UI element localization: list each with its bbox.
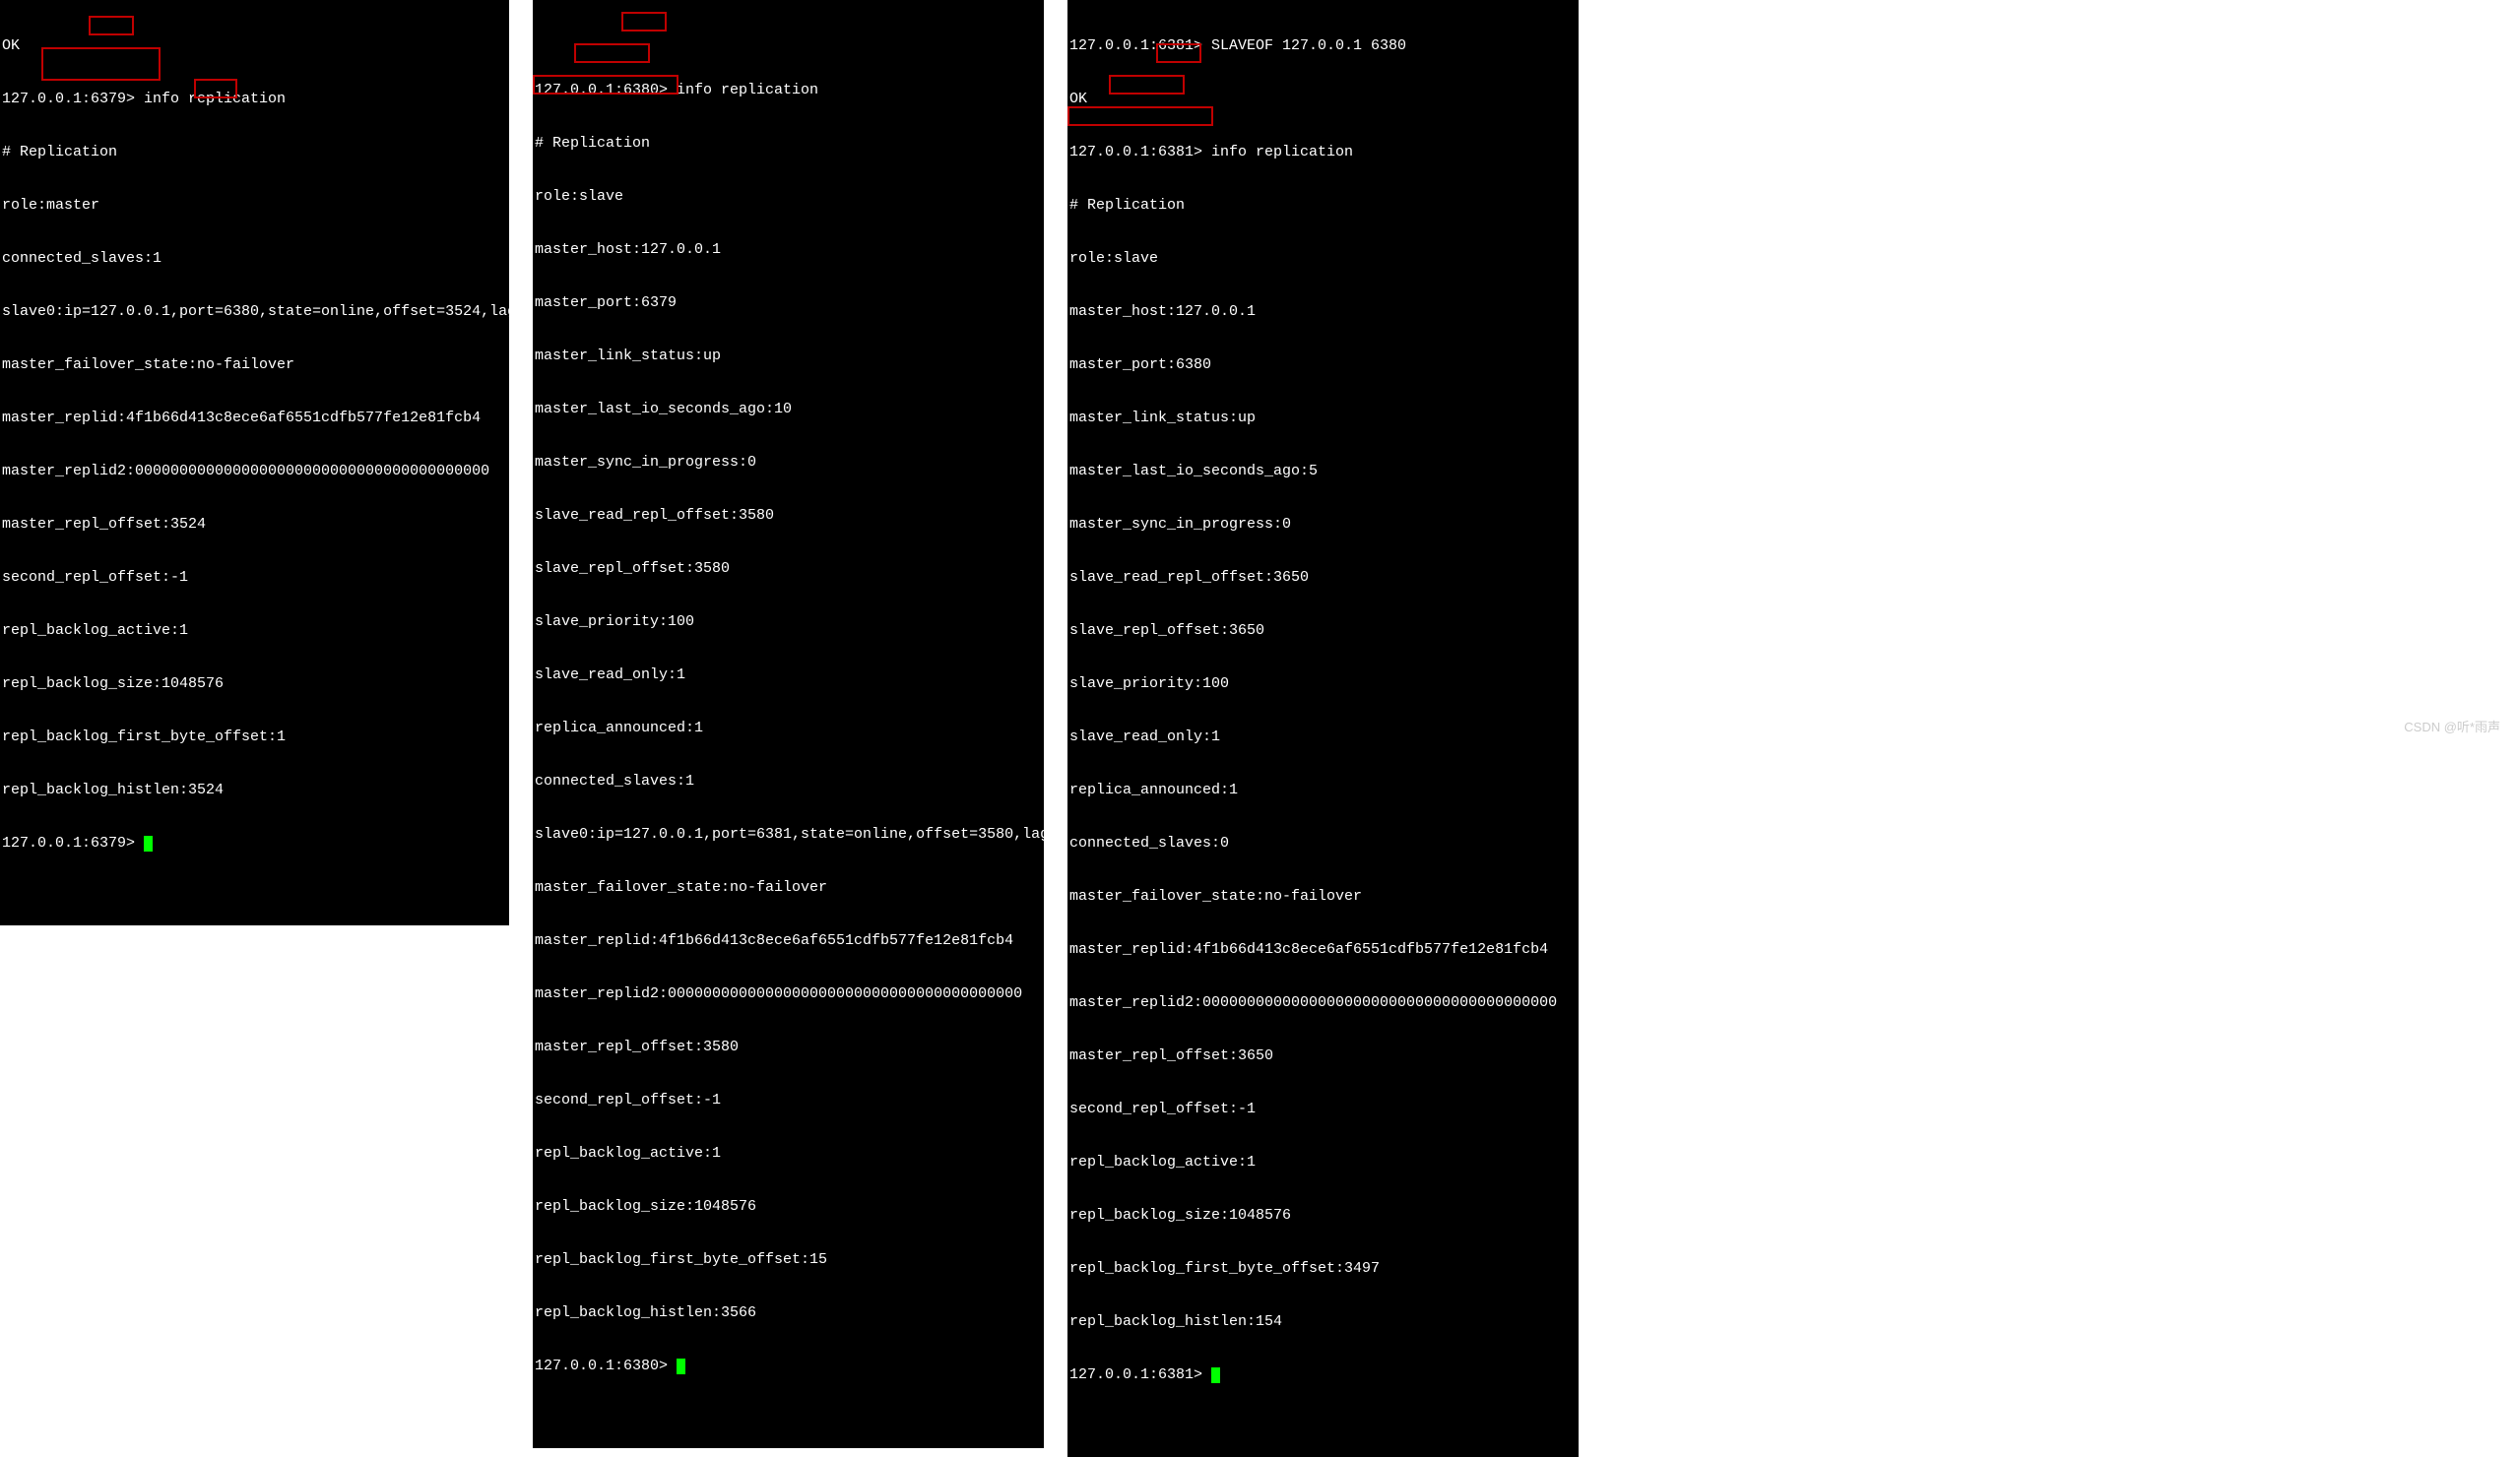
terminal-line: master_failover_state:no-failover: [533, 879, 1044, 897]
terminal-line: master_link_status:up: [1067, 410, 1579, 427]
terminal-line: role:slave: [1067, 250, 1579, 268]
terminal-line: replica_announced:1: [1067, 782, 1579, 799]
terminal-line: master_sync_in_progress:0: [533, 454, 1044, 472]
terminal-prompt-line[interactable]: 127.0.0.1:6380>: [533, 1358, 1044, 1375]
terminal-line: master_replid2:0000000000000000000000000…: [0, 463, 509, 480]
terminal-line: master_port:6380: [1067, 356, 1579, 374]
terminal-line: master_last_io_seconds_ago:5: [1067, 463, 1579, 480]
terminal-line: slave_priority:100: [533, 613, 1044, 631]
terminal-line: repl_backlog_active:1: [0, 622, 509, 640]
terminal-line: repl_backlog_size:1048576: [0, 675, 509, 693]
terminal-line: role:master: [0, 197, 509, 215]
terminal-line: master_failover_state:no-failover: [1067, 888, 1579, 906]
highlight-box-role-slave: [574, 43, 650, 63]
terminal-line: master_link_status:up: [533, 348, 1044, 365]
terminal-line: master_last_io_seconds_ago:10: [533, 401, 1044, 418]
terminal-line: role:slave: [533, 188, 1044, 206]
terminal-line: master_replid2:0000000000000000000000000…: [533, 985, 1044, 1003]
terminal-line: repl_backlog_size:1048576: [533, 1198, 1044, 1216]
terminal-line: OK: [0, 37, 509, 55]
terminal-line: slave_read_only:1: [1067, 728, 1579, 746]
terminal-line: slave0:ip=127.0.0.1,port=6381,state=onli…: [533, 826, 1044, 844]
terminal-line: slave0:ip=127.0.0.1,port=6380,state=onli…: [0, 303, 509, 321]
terminal-line: 127.0.0.1:6381> SLAVEOF 127.0.0.1 6380: [1067, 37, 1579, 55]
terminal-prompt: 127.0.0.1:6380>: [535, 1358, 677, 1374]
terminal-line: master_host:127.0.0.1: [1067, 303, 1579, 321]
terminal-line: slave_read_only:1: [533, 666, 1044, 684]
terminal-slave-6380[interactable]: 127.0.0.1:6380> info replication # Repli…: [533, 0, 1044, 1448]
terminal-line: second_repl_offset:-1: [0, 569, 509, 587]
cursor-icon: [677, 1359, 685, 1374]
terminal-prompt-line[interactable]: 127.0.0.1:6381>: [1067, 1366, 1579, 1384]
terminal-line: master_sync_in_progress:0: [1067, 516, 1579, 534]
terminal-line: repl_backlog_first_byte_offset:1: [0, 728, 509, 746]
terminal-line-truncated: [533, 37, 1044, 46]
terminal-line: second_repl_offset:-1: [533, 1092, 1044, 1109]
terminal-line: slave_read_repl_offset:3650: [1067, 569, 1579, 587]
terminal-prompt-line[interactable]: 127.0.0.1:6379>: [0, 835, 509, 853]
terminal-line: repl_backlog_histlen:3524: [0, 782, 509, 799]
terminal-line: slave_repl_offset:3580: [533, 560, 1044, 578]
terminal-line: connected_slaves:1: [0, 250, 509, 268]
terminal-line: # Replication: [533, 135, 1044, 153]
terminal-line: master_replid:4f1b66d413c8ece6af6551cdfb…: [0, 410, 509, 427]
terminal-line: repl_backlog_histlen:3566: [533, 1304, 1044, 1322]
terminal-line: repl_backlog_first_byte_offset:15: [533, 1251, 1044, 1269]
terminal-line: 127.0.0.1:6379> info replication: [0, 91, 509, 108]
terminal-slave-6381[interactable]: 127.0.0.1:6381> SLAVEOF 127.0.0.1 6380 O…: [1067, 0, 1579, 1457]
terminal-line: master_repl_offset:3524: [0, 516, 509, 534]
highlight-box-port-6379: [89, 16, 134, 35]
terminal-line: 127.0.0.1:6381> info replication: [1067, 144, 1579, 161]
highlight-box-master-port-6380: [1067, 106, 1213, 126]
terminal-line: repl_backlog_histlen:154: [1067, 1313, 1579, 1331]
terminal-master-6379[interactable]: OK 127.0.0.1:6379> info replication # Re…: [0, 0, 509, 925]
terminal-line: # Replication: [0, 144, 509, 161]
terminal-prompt: 127.0.0.1:6381>: [1069, 1366, 1211, 1383]
terminal-line: master_failover_state:no-failover: [0, 356, 509, 374]
terminal-line: master_port:6379: [533, 294, 1044, 312]
terminal-line: connected_slaves:1: [533, 773, 1044, 791]
terminal-line: repl_backlog_size:1048576: [1067, 1207, 1579, 1225]
highlight-box-port-6380: [621, 12, 667, 32]
terminal-line: replica_announced:1: [533, 720, 1044, 737]
terminal-prompt: 127.0.0.1:6379>: [2, 835, 144, 852]
cursor-icon: [144, 836, 153, 852]
terminal-line: # Replication: [1067, 197, 1579, 215]
cursor-icon: [1211, 1367, 1220, 1383]
terminal-line: OK: [1067, 91, 1579, 108]
terminal-line: connected_slaves:0: [1067, 835, 1579, 853]
terminal-line: repl_backlog_active:1: [1067, 1154, 1579, 1172]
terminal-line: repl_backlog_first_byte_offset:3497: [1067, 1260, 1579, 1278]
terminal-line: slave_read_repl_offset:3580: [533, 507, 1044, 525]
terminal-line: master_repl_offset:3650: [1067, 1047, 1579, 1065]
watermark: CSDN @听*雨声: [2404, 717, 2500, 735]
terminal-line: slave_repl_offset:3650: [1067, 622, 1579, 640]
terminal-line: repl_backlog_active:1: [533, 1145, 1044, 1163]
terminal-line: master_replid:4f1b66d413c8ece6af6551cdfb…: [1067, 941, 1579, 959]
terminal-line: master_replid:4f1b66d413c8ece6af6551cdfb…: [533, 932, 1044, 950]
terminal-line: second_repl_offset:-1: [1067, 1101, 1579, 1118]
terminal-line: master_replid2:0000000000000000000000000…: [1067, 994, 1579, 1012]
terminal-line: slave_priority:100: [1067, 675, 1579, 693]
terminal-line: 127.0.0.1:6380> info replication: [533, 82, 1044, 99]
terminal-line: master_host:127.0.0.1: [533, 241, 1044, 259]
terminal-line: master_repl_offset:3580: [533, 1039, 1044, 1056]
